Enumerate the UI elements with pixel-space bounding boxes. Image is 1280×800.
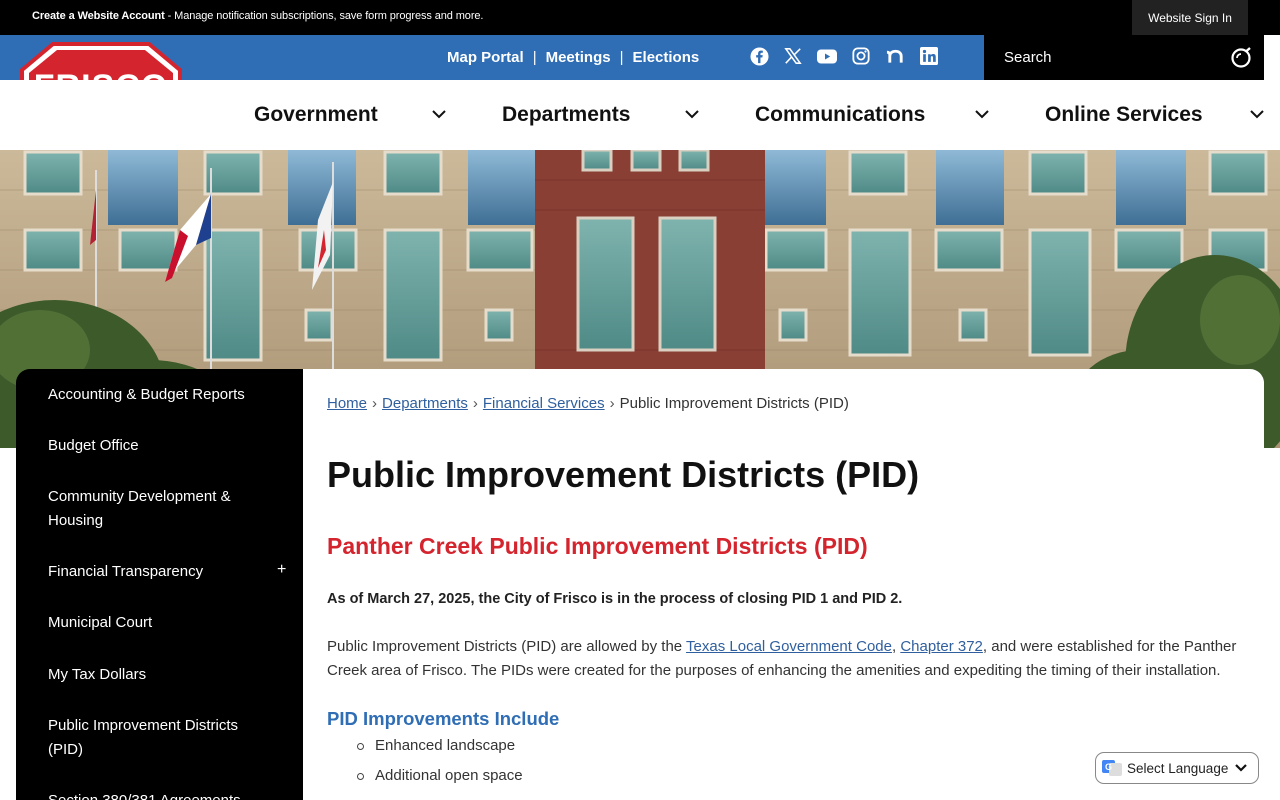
sidebar-item-section-380-381-agreements[interactable]: Section 380/381 Agreements	[48, 789, 248, 800]
sidebar-item-accounting-budget-reports[interactable]: Accounting & Budget Reports	[48, 383, 248, 407]
nav-communications[interactable]: Communications	[755, 80, 925, 150]
breadcrumb-financial-services-link[interactable]: Financial Services	[483, 395, 605, 412]
pid-description: Public Improvement Districts (PID) are a…	[327, 635, 1237, 683]
quick-links: Map Portal | Meetings | Elections	[447, 35, 699, 80]
breadcrumb-home-link[interactable]: Home	[327, 395, 367, 412]
closing-notice: As of March 27, 2025, the City of Frisco…	[327, 591, 903, 607]
main-content: Home › Departments › Financial Services › Publ…	[303, 369, 1264, 800]
nav-government[interactable]: Government	[254, 80, 378, 150]
create-account-description: - Manage notification subscriptions, sav…	[164, 10, 484, 22]
linkedin-icon[interactable]	[919, 46, 939, 66]
breadcrumb-separator: ›	[472, 395, 478, 412]
main-navigation: Government Departments Communications On…	[0, 80, 1280, 150]
social-links	[749, 46, 939, 66]
sidebar-item-my-tax-dollars[interactable]: My Tax Dollars	[48, 663, 248, 687]
nav-online-services[interactable]: Online Services	[1045, 80, 1203, 150]
facebook-icon[interactable]	[749, 46, 769, 66]
breadcrumb-current: Public Improvement Districts (PID)	[619, 395, 849, 412]
chevron-down-icon[interactable]	[974, 108, 990, 120]
nav-departments[interactable]: Departments	[502, 80, 630, 150]
expand-financial-transparency-button[interactable]: +	[277, 561, 286, 579]
search-input[interactable]: Search	[1004, 49, 1052, 66]
instagram-icon[interactable]	[851, 46, 871, 66]
map-portal-link[interactable]: Map Portal	[447, 49, 524, 66]
breadcrumb-separator: ›	[609, 395, 615, 412]
google-translate-icon: G	[1102, 760, 1122, 776]
page-title: Public Improvement Districts (PID)	[327, 454, 920, 495]
sidebar-item-financial-transparency[interactable]: Financial Transparency	[48, 560, 248, 584]
create-account-promo[interactable]: Create a Website Account - Manage notifi…	[32, 10, 483, 22]
chevron-down-icon[interactable]	[431, 108, 447, 120]
section-heading: Panther Creek Public Improvement Distric…	[327, 533, 868, 559]
website-sign-in-button[interactable]: Website Sign In	[1132, 0, 1248, 35]
texas-local-government-code-link[interactable]: Texas Local Government Code	[686, 638, 892, 655]
sidebar-item-municipal-court[interactable]: Municipal Court	[48, 611, 248, 635]
chevron-down-icon	[1235, 764, 1248, 772]
list-item: Enhanced landscape	[351, 735, 523, 765]
site-search[interactable]: Search	[984, 35, 1264, 80]
breadcrumb-departments-link[interactable]: Departments	[382, 395, 468, 412]
link-separator: |	[532, 49, 537, 66]
top-account-bar: Create a Website Account - Manage notifi…	[0, 0, 1280, 35]
youtube-icon[interactable]	[817, 46, 837, 66]
x-icon[interactable]	[783, 46, 803, 66]
list-item: Additional open space	[351, 765, 523, 795]
chapter-372-link[interactable]: Chapter 372	[900, 638, 983, 655]
chevron-down-icon[interactable]	[1249, 108, 1265, 120]
elections-link[interactable]: Elections	[633, 49, 700, 66]
breadcrumb-separator: ›	[372, 395, 378, 412]
sidebar-item-budget-office[interactable]: Budget Office	[48, 434, 248, 458]
improvements-heading: PID Improvements Include	[327, 708, 560, 729]
select-language-dropdown[interactable]: G Select Language	[1095, 752, 1259, 784]
breadcrumb: Home › Departments › Financial Services › Publ…	[327, 395, 849, 412]
link-separator: |	[619, 49, 624, 66]
nextdoor-icon[interactable]	[885, 46, 905, 66]
sidebar-item-public-improvement-districts[interactable]: Public Improvement Districts (PID)	[48, 714, 248, 762]
pid-description-text: Public Improvement Districts (PID) are a…	[327, 638, 687, 655]
select-language-label: Select Language	[1127, 760, 1229, 776]
meetings-link[interactable]: Meetings	[546, 49, 611, 66]
sidebar-navigation: Accounting & Budget Reports Budget Offic…	[16, 369, 303, 800]
utility-bar-edge	[1264, 35, 1280, 80]
create-account-link[interactable]: Create a Website Account	[32, 10, 165, 22]
search-icon[interactable]	[1230, 47, 1252, 74]
chevron-down-icon[interactable]	[684, 108, 700, 120]
svg-text:G: G	[1105, 762, 1112, 772]
sidebar-item-community-development-housing[interactable]: Community Development & Housing	[48, 485, 248, 533]
improvements-list: Enhanced landscape Additional open space	[351, 735, 523, 795]
